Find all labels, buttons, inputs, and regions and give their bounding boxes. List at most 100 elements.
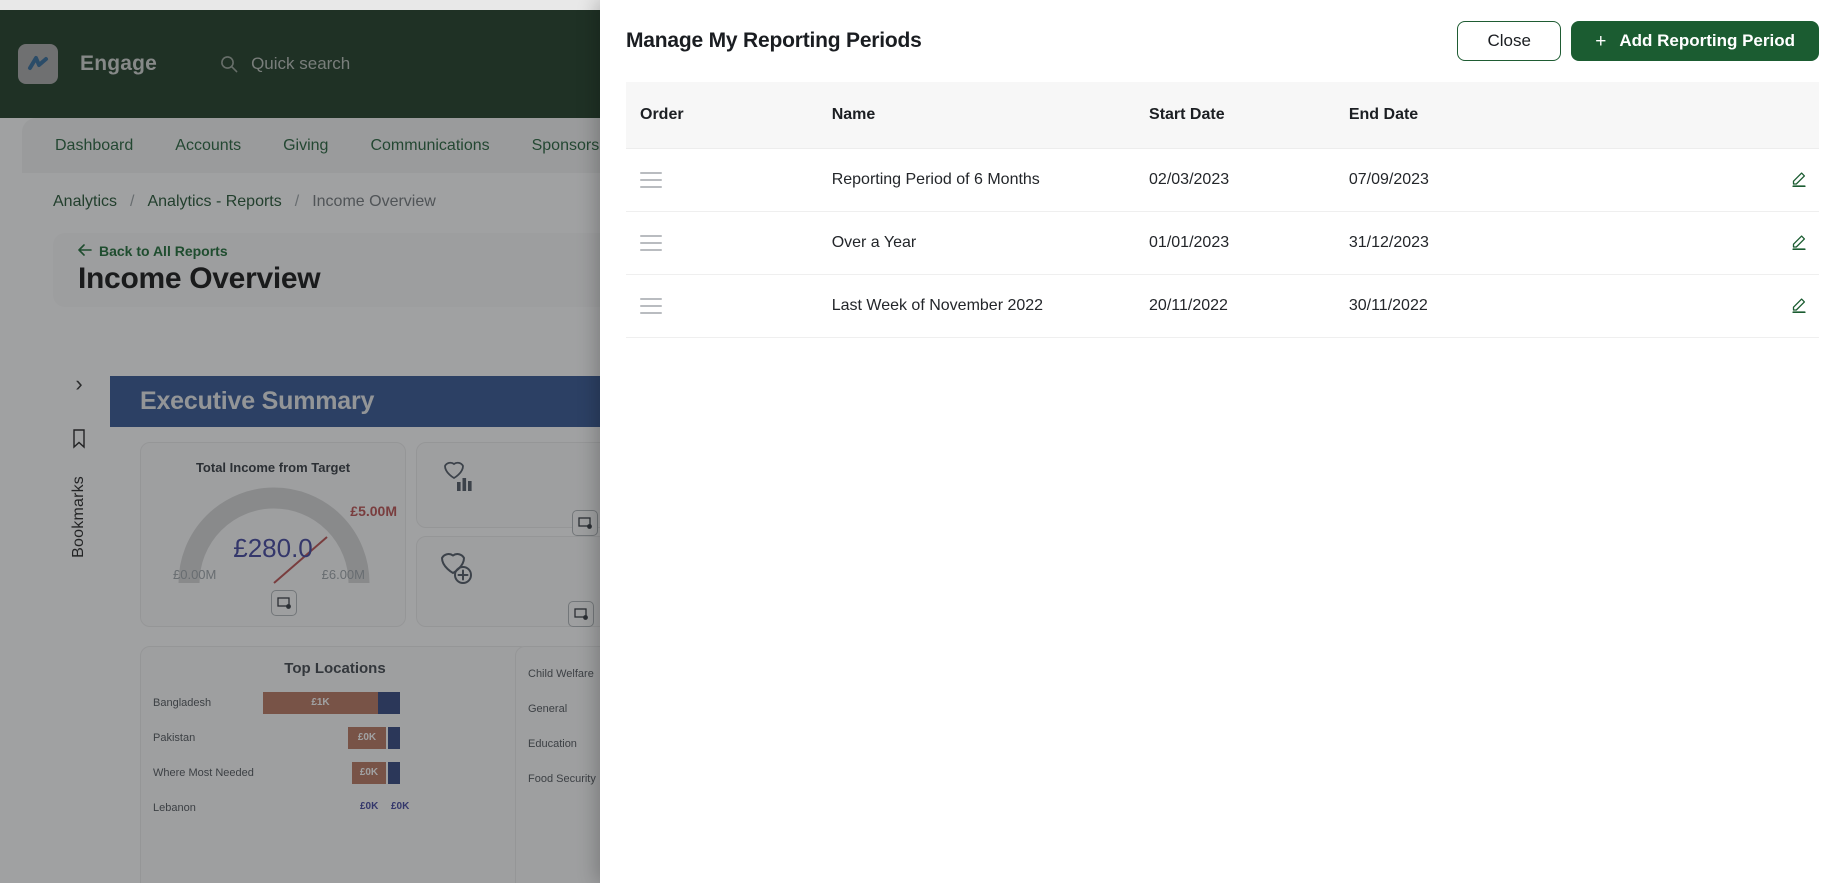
table-row: Last Week of November 2022 20/11/2022 30…: [626, 274, 1819, 338]
app-root: Engage Quick search Dashboard Accounts G…: [0, 0, 1845, 883]
brand-name: Engage: [80, 52, 158, 75]
bookmark-icon[interactable]: [71, 429, 87, 454]
back-link-label: Back to All Reports: [99, 243, 228, 259]
bar-track: £0K £0K: [263, 797, 529, 819]
bar-segment-comparison: [378, 691, 400, 714]
gauge-max-label: £6.00M: [321, 567, 365, 582]
row-order-cell: [626, 148, 832, 212]
bookmarks-label: Bookmarks: [70, 476, 87, 558]
bar-track: £1K: [263, 691, 529, 714]
chevron-right-icon[interactable]: ›: [75, 373, 82, 395]
column-header-order: Order: [626, 82, 832, 149]
drag-handle-icon[interactable]: [640, 171, 662, 188]
row-end-date-cell: 31/12/2023: [1348, 211, 1702, 275]
gauge-chart: £280.0 £0.00M £6.00M £5.00M: [141, 475, 405, 605]
row-end-date-cell: 07/09/2023: [1348, 148, 1702, 212]
manage-reporting-periods-panel: Manage My Reporting Periods Close + Add …: [600, 0, 1845, 883]
chart-note-icon[interactable]: [572, 510, 598, 536]
breadcrumb-separator: /: [294, 193, 300, 210]
bar-value-label: £0K: [360, 800, 379, 812]
column-header-end-date: End Date: [1348, 82, 1702, 149]
table-header: Order Name Start Date End Date: [626, 82, 1819, 149]
chart-note-icon[interactable]: [568, 601, 594, 627]
breadcrumb: Analytics / Analytics - Reports / Income…: [53, 193, 436, 211]
bar-segment-income: £1K: [263, 691, 378, 714]
bar-category: Where Most Needed: [153, 766, 254, 779]
bar-row: Lebanon £0K £0K: [153, 794, 529, 821]
gauge-value: £280.0: [233, 533, 313, 563]
bar-segment-income: £0K: [348, 726, 386, 749]
row-start-date-cell: 01/01/2023: [1149, 211, 1349, 275]
heart-plus-icon: [430, 544, 480, 597]
nav-item-communications[interactable]: Communications: [370, 137, 489, 155]
row-name-cell: Over a Year: [831, 211, 1150, 275]
table-row: Reporting Period of 6 Months 02/03/2023 …: [626, 148, 1819, 212]
pencil-edit-icon[interactable]: [1788, 230, 1811, 253]
bar-track: £0K: [263, 726, 529, 749]
breadcrumb-separator: /: [130, 193, 135, 210]
nav-item-giving[interactable]: Giving: [283, 137, 328, 155]
kpi-title: Total Income from Target: [195, 460, 351, 475]
chart-note-icon[interactable]: [271, 590, 297, 616]
reporting-periods-table: Order Name Start Date End Date Reporting…: [626, 82, 1819, 338]
kpi-card-total-income: Total Income from Target £280.0 £0.00M £…: [140, 442, 406, 627]
bar-row: Pakistan £0K: [153, 724, 529, 751]
bar-value-label: £0K: [391, 800, 410, 812]
row-actions-cell: [1701, 211, 1819, 275]
panel-title: Manage My Reporting Periods: [626, 29, 922, 52]
breadcrumb-item-analytics-reports[interactable]: Analytics - Reports: [147, 193, 281, 211]
bar-track: £0K: [263, 761, 529, 784]
bar-row: Bangladesh £1K: [153, 689, 529, 716]
drag-handle-icon[interactable]: [640, 234, 662, 251]
breadcrumb-item-analytics[interactable]: Analytics: [53, 193, 117, 211]
column-header-name: Name: [831, 82, 1150, 149]
quick-search[interactable]: Quick search: [219, 54, 350, 74]
row-actions-cell: [1701, 148, 1819, 212]
bar-segment-comparison: [388, 726, 400, 749]
bar-category: Lebanon: [153, 801, 196, 814]
table-body: Reporting Period of 6 Months 02/03/2023 …: [626, 148, 1819, 338]
table-row: Over a Year 01/01/2023 31/12/2023: [626, 211, 1819, 275]
panel-header: Manage My Reporting Periods Close + Add …: [600, 0, 1845, 82]
bar-segment-comparison: [388, 761, 400, 784]
column-header-actions: [1701, 82, 1819, 149]
chart-title-top-locations: Top Locations: [284, 660, 386, 677]
bar-chart-top-locations: Bangladesh £1K Pakistan £0K Where Most N…: [141, 689, 529, 821]
nav-item-accounts[interactable]: Accounts: [175, 137, 241, 155]
arrow-left-icon: [78, 243, 92, 259]
pencil-edit-icon[interactable]: [1788, 167, 1811, 190]
gauge-target-label: £5.00M: [350, 503, 397, 519]
bar-category: Bangladesh: [153, 696, 212, 709]
panel-actions: Close + Add Reporting Period: [1457, 21, 1819, 61]
bar-segment-income: £0K: [352, 761, 386, 784]
heart-bar-chart-icon: [430, 454, 476, 503]
row-order-cell: [626, 274, 832, 338]
bookmarks-rail: › Bookmarks: [62, 373, 96, 703]
nav-item-dashboard[interactable]: Dashboard: [55, 137, 133, 155]
row-actions-cell: [1701, 274, 1819, 338]
table-header-row: Order Name Start Date End Date: [626, 82, 1819, 149]
bar-row: Where Most Needed £0K: [153, 759, 529, 786]
breadcrumb-item-income-overview: Income Overview: [312, 193, 436, 210]
row-end-date-cell: 30/11/2022: [1348, 274, 1702, 338]
quick-search-placeholder: Quick search: [251, 54, 351, 73]
page-title: Income Overview: [78, 262, 321, 295]
row-name-cell: Reporting Period of 6 Months: [831, 148, 1150, 212]
pencil-edit-icon[interactable]: [1788, 293, 1811, 316]
search-icon: [219, 54, 239, 74]
panel-body: Order Name Start Date End Date Reporting…: [600, 82, 1845, 883]
plus-icon: +: [1595, 30, 1607, 52]
engage-logo-icon[interactable]: [18, 44, 58, 84]
row-order-cell: [626, 211, 832, 275]
row-name-cell: Last Week of November 2022: [831, 274, 1150, 338]
executive-summary-title: Executive Summary: [140, 387, 375, 415]
close-button[interactable]: Close: [1457, 21, 1562, 61]
add-reporting-period-label: Add Reporting Period: [1619, 31, 1795, 50]
add-reporting-period-button[interactable]: + Add Reporting Period: [1571, 21, 1819, 61]
bar-category: Pakistan: [153, 731, 196, 744]
column-header-start-date: Start Date: [1149, 82, 1349, 149]
back-to-all-reports-link[interactable]: Back to All Reports: [78, 243, 228, 259]
gauge-min-label: £0.00M: [173, 567, 217, 582]
drag-handle-icon[interactable]: [640, 297, 662, 314]
chart-card-top-locations: Top Locations Bangladesh £1K Pakistan £0…: [140, 646, 530, 883]
